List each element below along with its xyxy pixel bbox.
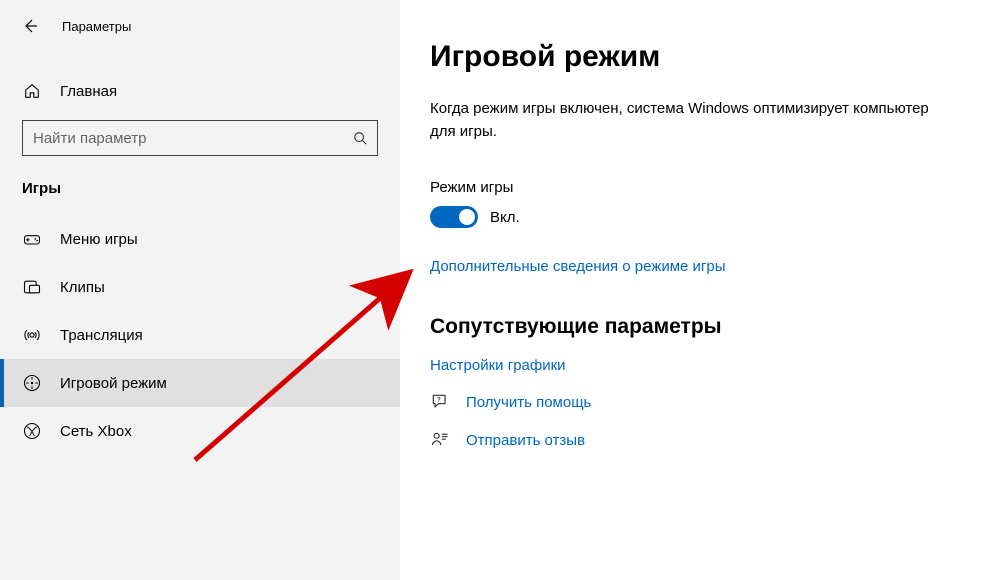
search-icon: [353, 131, 367, 145]
page-title: Игровой режим: [430, 40, 949, 74]
toggle-knob: [459, 209, 475, 225]
sidebar-item-captures[interactable]: Клипы: [0, 263, 400, 311]
sidebar-item-broadcasting[interactable]: Трансляция: [0, 311, 400, 359]
sidebar: Параметры Главная Игры Меню игры: [0, 0, 400, 580]
graphics-settings-link[interactable]: Настройки графики: [430, 357, 949, 374]
broadcast-icon: [22, 325, 42, 345]
gamemode-icon: [22, 373, 42, 393]
captures-icon: [22, 277, 42, 297]
main-content: Игровой режим Когда режим игры включен, …: [400, 0, 989, 580]
feedback-row: Отправить отзыв: [430, 430, 949, 450]
sidebar-item-gamebar[interactable]: Меню игры: [0, 215, 400, 263]
back-arrow-icon[interactable]: [22, 18, 38, 34]
gamemode-toggle[interactable]: [430, 206, 478, 228]
sidebar-item-xbox[interactable]: Сеть Xbox: [0, 407, 400, 455]
search-container: [0, 110, 400, 156]
get-help-link[interactable]: Получить помощь: [466, 394, 591, 411]
sidebar-item-label: Клипы: [60, 279, 105, 296]
sidebar-item-home[interactable]: Главная: [0, 72, 400, 110]
nav: Меню игры Клипы Трансляция Игровой режим: [0, 215, 400, 455]
gamemode-setting-label: Режим игры: [430, 179, 949, 196]
sidebar-item-label: Игровой режим: [60, 375, 167, 392]
help-row: ? Получить помощь: [430, 392, 949, 412]
topbar: Параметры: [0, 8, 400, 44]
sidebar-item-label: Сеть Xbox: [60, 423, 132, 440]
app-title: Параметры: [62, 19, 131, 34]
gamemode-toggle-row: Вкл.: [430, 206, 949, 228]
gamebar-icon: [22, 229, 42, 249]
xbox-icon: [22, 421, 42, 441]
home-label: Главная: [60, 83, 117, 100]
search-box[interactable]: [22, 120, 378, 156]
search-input[interactable]: [23, 130, 377, 147]
sidebar-item-label: Трансляция: [60, 327, 143, 344]
home-icon: [22, 82, 42, 100]
feedback-icon: [430, 430, 450, 450]
feedback-link[interactable]: Отправить отзыв: [466, 432, 585, 449]
svg-text:?: ?: [437, 397, 441, 404]
related-settings-header: Сопутствующие параметры: [430, 315, 949, 339]
category-label: Игры: [0, 156, 400, 209]
sidebar-item-label: Меню игры: [60, 231, 138, 248]
help-icon: ?: [430, 392, 450, 412]
sidebar-item-gamemode[interactable]: Игровой режим: [0, 359, 400, 407]
toggle-state-label: Вкл.: [490, 209, 520, 226]
page-description: Когда режим игры включен, система Window…: [430, 98, 949, 143]
learn-more-link[interactable]: Дополнительные сведения о режиме игры: [430, 258, 949, 275]
